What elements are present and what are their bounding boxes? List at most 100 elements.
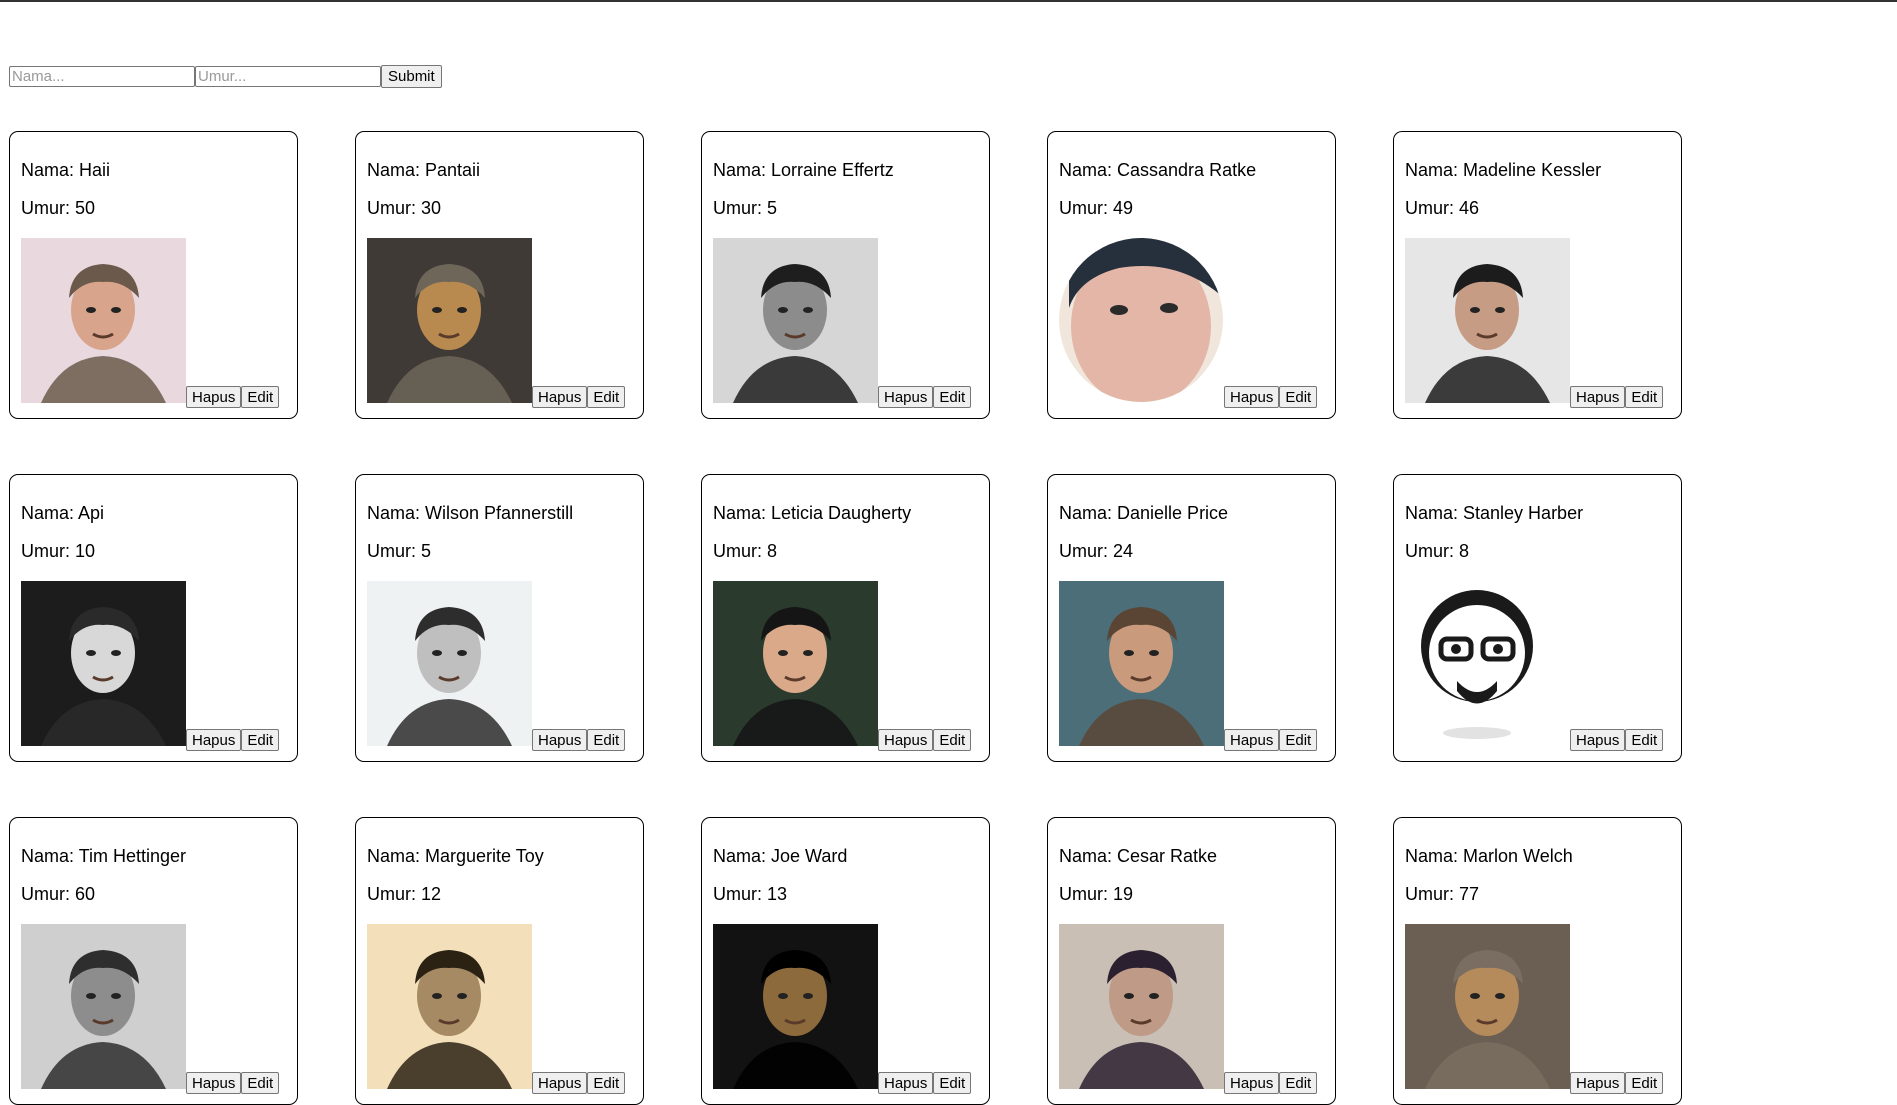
- avatar-image: [1405, 238, 1570, 403]
- avatar: [713, 238, 878, 403]
- person-age: Umur: 8: [1405, 541, 1470, 561]
- person-card: Nama: Wilson Pfannerstill Umur: 5 Hapus …: [355, 474, 644, 762]
- edit-button[interactable]: Edit: [587, 729, 626, 751]
- person-card: Nama: Leticia Daugherty Umur: 8 Hapus Ed…: [701, 474, 990, 762]
- person-card-grid: Nama: Haii Umur: 50 Hapus Edit Nama: Pan…: [9, 131, 1684, 1105]
- delete-button[interactable]: Hapus: [186, 386, 242, 408]
- edit-button[interactable]: Edit: [1279, 386, 1318, 408]
- person-age: Umur: 77: [1405, 884, 1480, 904]
- person-age: Umur: 60: [21, 884, 96, 904]
- delete-button[interactable]: Hapus: [1224, 386, 1280, 408]
- avatar: [21, 924, 186, 1089]
- edit-button[interactable]: Edit: [933, 1072, 972, 1094]
- delete-button[interactable]: Hapus: [878, 729, 934, 751]
- submit-button[interactable]: Submit: [381, 65, 442, 88]
- edit-button[interactable]: Edit: [933, 386, 972, 408]
- delete-button[interactable]: Hapus: [532, 729, 588, 751]
- person-age: Umur: 46: [1405, 198, 1480, 218]
- person-age: Umur: 50: [21, 198, 96, 218]
- edit-button[interactable]: Edit: [587, 386, 626, 408]
- person-name: Nama: Joe Ward: [713, 846, 848, 866]
- delete-button[interactable]: Hapus: [1224, 729, 1280, 751]
- name-input[interactable]: [9, 66, 195, 87]
- delete-button[interactable]: Hapus: [532, 1072, 588, 1094]
- edit-button[interactable]: Edit: [1625, 729, 1664, 751]
- delete-button[interactable]: Hapus: [1224, 1072, 1280, 1094]
- avatar-image: [21, 924, 186, 1089]
- person-age: Umur: 24: [1059, 541, 1134, 561]
- person-age: Umur: 8: [713, 541, 778, 561]
- avatar: [1405, 924, 1570, 1089]
- person-name: Nama: Lorraine Effertz: [713, 160, 894, 180]
- avatar: [1059, 238, 1224, 403]
- delete-button[interactable]: Hapus: [1570, 386, 1626, 408]
- edit-button[interactable]: Edit: [587, 1072, 626, 1094]
- avatar-image: [1405, 581, 1570, 746]
- edit-button[interactable]: Edit: [1625, 1072, 1664, 1094]
- person-name: Nama: Marguerite Toy: [367, 846, 544, 866]
- card-actions: Hapus Edit: [532, 386, 626, 408]
- delete-button[interactable]: Hapus: [1570, 1072, 1626, 1094]
- person-card: Nama: Marguerite Toy Umur: 12 Hapus Edit: [355, 817, 644, 1105]
- card-actions: Hapus Edit: [1224, 1072, 1318, 1094]
- person-name: Nama: Danielle Price: [1059, 503, 1229, 523]
- avatar: [713, 924, 878, 1089]
- avatar: [713, 581, 878, 746]
- card-actions: Hapus Edit: [1224, 386, 1318, 408]
- edit-button[interactable]: Edit: [1279, 1072, 1318, 1094]
- person-age: Umur: 30: [367, 198, 442, 218]
- delete-button[interactable]: Hapus: [186, 729, 242, 751]
- person-card: Nama: Haii Umur: 50 Hapus Edit: [9, 131, 298, 419]
- avatar: [1059, 924, 1224, 1089]
- edit-button[interactable]: Edit: [241, 1072, 280, 1094]
- edit-button[interactable]: Edit: [241, 386, 280, 408]
- person-name: Nama: Api: [21, 503, 105, 523]
- person-card: Nama: Cesar Ratke Umur: 19 Hapus Edit: [1047, 817, 1336, 1105]
- person-age: Umur: 49: [1059, 198, 1134, 218]
- avatar: [367, 924, 532, 1089]
- avatar-image: [1059, 924, 1224, 1089]
- person-name: Nama: Stanley Harber: [1405, 503, 1584, 523]
- edit-button[interactable]: Edit: [1279, 729, 1318, 751]
- avatar-image: [713, 238, 878, 403]
- person-name: Nama: Madeline Kessler: [1405, 160, 1602, 180]
- card-actions: Hapus Edit: [532, 1072, 626, 1094]
- card-actions: Hapus Edit: [878, 386, 972, 408]
- avatar-image: [367, 581, 532, 746]
- edit-button[interactable]: Edit: [1625, 386, 1664, 408]
- person-name: Nama: Wilson Pfannerstill: [367, 503, 574, 523]
- person-card: Nama: Api Umur: 10 Hapus Edit: [9, 474, 298, 762]
- person-name: Nama: Haii: [21, 160, 111, 180]
- person-card: Nama: Madeline Kessler Umur: 46 Hapus Ed…: [1393, 131, 1682, 419]
- delete-button[interactable]: Hapus: [878, 386, 934, 408]
- person-name: Nama: Cassandra Ratke: [1059, 160, 1257, 180]
- card-actions: Hapus Edit: [186, 729, 280, 751]
- avatar: [367, 238, 532, 403]
- person-age: Umur: 5: [367, 541, 432, 561]
- person-name: Nama: Leticia Daugherty: [713, 503, 912, 523]
- card-actions: Hapus Edit: [1224, 729, 1318, 751]
- top-border: [0, 0, 1897, 2]
- add-person-form: Submit: [9, 65, 442, 88]
- delete-button[interactable]: Hapus: [186, 1072, 242, 1094]
- person-card: Nama: Stanley Harber Umur: 8 Hapus Edit: [1393, 474, 1682, 762]
- delete-button[interactable]: Hapus: [532, 386, 588, 408]
- avatar-image: [367, 238, 532, 403]
- avatar: [1059, 581, 1224, 746]
- person-age: Umur: 12: [367, 884, 442, 904]
- delete-button[interactable]: Hapus: [878, 1072, 934, 1094]
- card-actions: Hapus Edit: [878, 1072, 972, 1094]
- card-actions: Hapus Edit: [532, 729, 626, 751]
- edit-button[interactable]: Edit: [933, 729, 972, 751]
- avatar-image: [1059, 581, 1224, 746]
- card-actions: Hapus Edit: [186, 1072, 280, 1094]
- person-name: Nama: Marlon Welch: [1405, 846, 1573, 866]
- avatar-image: [21, 238, 186, 403]
- delete-button[interactable]: Hapus: [1570, 729, 1626, 751]
- edit-button[interactable]: Edit: [241, 729, 280, 751]
- person-card: Nama: Marlon Welch Umur: 77 Hapus Edit: [1393, 817, 1682, 1105]
- age-input[interactable]: [195, 66, 381, 87]
- person-age: Umur: 19: [1059, 884, 1134, 904]
- avatar-image: [713, 581, 878, 746]
- avatar: [21, 238, 186, 403]
